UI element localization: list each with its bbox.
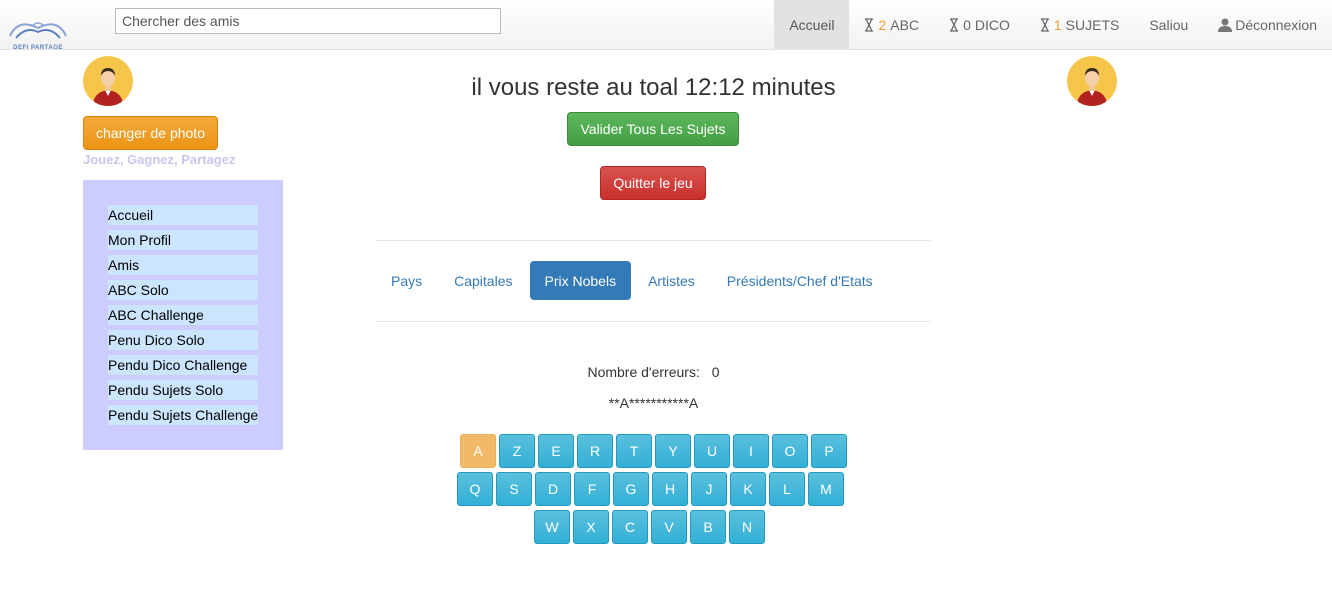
tab-prix-nobels[interactable]: Prix Nobels: [529, 261, 632, 300]
top-navbar: DEFI PARTAGE Accueil 2 ABC 0 DICO 1 SUJE…: [0, 0, 1332, 51]
dico-count: 0: [963, 17, 971, 33]
logo-hands-icon: [9, 22, 67, 39]
keyboard-row: WXCVBN: [534, 510, 768, 544]
error-counter: Nombre d'erreurs: 0: [376, 364, 931, 380]
key-n[interactable]: N: [729, 510, 765, 544]
sidebar-item-abc-challenge[interactable]: ABC Challenge: [108, 305, 258, 325]
nav-item-logout[interactable]: Déconnexion: [1203, 0, 1332, 50]
nav-menu: Accueil 2 ABC 0 DICO 1 SUJETS Saliou Déc…: [774, 0, 1332, 50]
hourglass-icon: [1040, 18, 1049, 32]
hourglass-icon: [865, 18, 874, 32]
key-q[interactable]: Q: [457, 472, 493, 506]
divider: [376, 321, 931, 322]
search-input[interactable]: [115, 8, 501, 34]
subject-tabs: Pays Capitales Prix Nobels Artistes Prés…: [376, 261, 890, 300]
logo[interactable]: DEFI PARTAGE: [6, 14, 70, 51]
sidebar-item-amis[interactable]: Amis: [108, 255, 258, 275]
person-avatar-icon: [1077, 68, 1107, 106]
key-x[interactable]: X: [573, 510, 609, 544]
change-photo-label: changer de photo: [96, 125, 205, 141]
key-i[interactable]: I: [733, 434, 769, 468]
change-photo-button[interactable]: changer de photo: [83, 116, 218, 150]
tab-artistes[interactable]: Artistes: [633, 261, 710, 300]
nav-accueil-label: Accueil: [789, 17, 835, 33]
user-icon: [1218, 18, 1233, 32]
key-k[interactable]: K: [730, 472, 766, 506]
tab-pays[interactable]: Pays: [376, 261, 437, 300]
divider: [376, 240, 931, 241]
validate-label: Valider Tous Les Sujets: [580, 121, 726, 137]
key-h[interactable]: H: [652, 472, 688, 506]
person-avatar-icon: [93, 68, 123, 106]
nav-item-abc[interactable]: 2 ABC: [849, 0, 934, 50]
key-p[interactable]: P: [811, 434, 847, 468]
logo-text: DEFI PARTAGE: [13, 45, 63, 51]
key-m[interactable]: M: [808, 472, 844, 506]
abc-label: ABC: [890, 17, 920, 33]
key-s[interactable]: S: [496, 472, 532, 506]
sujets-label: SUJETS: [1065, 17, 1120, 33]
tagline: Jouez, Gagnez, Partagez: [83, 152, 236, 167]
key-o[interactable]: O: [772, 434, 808, 468]
sujets-count: 1: [1053, 17, 1062, 33]
tab-capitales[interactable]: Capitales: [439, 261, 527, 300]
sidebar-item-pendu-sujets-challenge[interactable]: Pendu Sujets Challenge: [108, 405, 258, 425]
key-e[interactable]: E: [538, 434, 574, 468]
key-v[interactable]: V: [651, 510, 687, 544]
key-z[interactable]: Z: [499, 434, 535, 468]
sidebar-menu: Accueil Mon Profil Amis ABC Solo ABC Cha…: [83, 180, 283, 450]
key-c[interactable]: C: [612, 510, 648, 544]
key-t[interactable]: T: [616, 434, 652, 468]
nav-item-accueil[interactable]: Accueil: [774, 0, 850, 50]
logout-label: Déconnexion: [1235, 17, 1317, 33]
quit-game-button[interactable]: Quitter le jeu: [600, 166, 706, 200]
key-g[interactable]: G: [613, 472, 649, 506]
sidebar-item-abc-solo[interactable]: ABC Solo: [108, 280, 258, 300]
sidebar-item-penu-dico-solo[interactable]: Penu Dico Solo: [108, 330, 258, 350]
key-j[interactable]: J: [691, 472, 727, 506]
validate-all-button[interactable]: Valider Tous Les Sujets: [567, 112, 739, 146]
user-name: Saliou: [1149, 17, 1189, 33]
nav-item-user[interactable]: Saliou: [1134, 0, 1203, 50]
sidebar-item-mon-profil[interactable]: Mon Profil: [108, 230, 258, 250]
quit-label: Quitter le jeu: [613, 175, 693, 191]
nav-item-dico[interactable]: 0 DICO: [934, 0, 1025, 50]
key-b[interactable]: B: [690, 510, 726, 544]
key-f[interactable]: F: [574, 472, 610, 506]
tab-presidents[interactable]: Présidents/Chef d'Etats: [712, 261, 888, 300]
key-l[interactable]: L: [769, 472, 805, 506]
sidebar-item-pendu-dico-challenge[interactable]: Pendu Dico Challenge: [108, 355, 258, 375]
key-d[interactable]: D: [535, 472, 571, 506]
hidden-word: **A***********A: [608, 395, 699, 411]
key-r[interactable]: R: [577, 434, 613, 468]
opponent-avatar: [1067, 56, 1117, 106]
user-avatar: [83, 56, 133, 106]
errors-label: Nombre d'erreurs:: [587, 364, 700, 380]
key-a[interactable]: A: [460, 434, 496, 468]
keyboard-row: AZERTYUIOP: [460, 434, 850, 468]
timer-text: il vous reste au toal 12:12 minutes: [471, 74, 836, 101]
key-u[interactable]: U: [694, 434, 730, 468]
hourglass-icon: [950, 18, 959, 32]
nav-item-sujets[interactable]: 1 SUJETS: [1025, 0, 1134, 50]
errors-value: 0: [711, 364, 720, 380]
keyboard-row: QSDFGHJKLM: [457, 472, 847, 506]
key-y[interactable]: Y: [655, 434, 691, 468]
abc-count: 2: [878, 17, 887, 33]
sidebar-item-pendu-sujets-solo[interactable]: Pendu Sujets Solo: [108, 380, 258, 400]
sidebar-item-accueil[interactable]: Accueil: [108, 205, 258, 225]
dico-label: DICO: [974, 17, 1010, 33]
key-w[interactable]: W: [534, 510, 570, 544]
